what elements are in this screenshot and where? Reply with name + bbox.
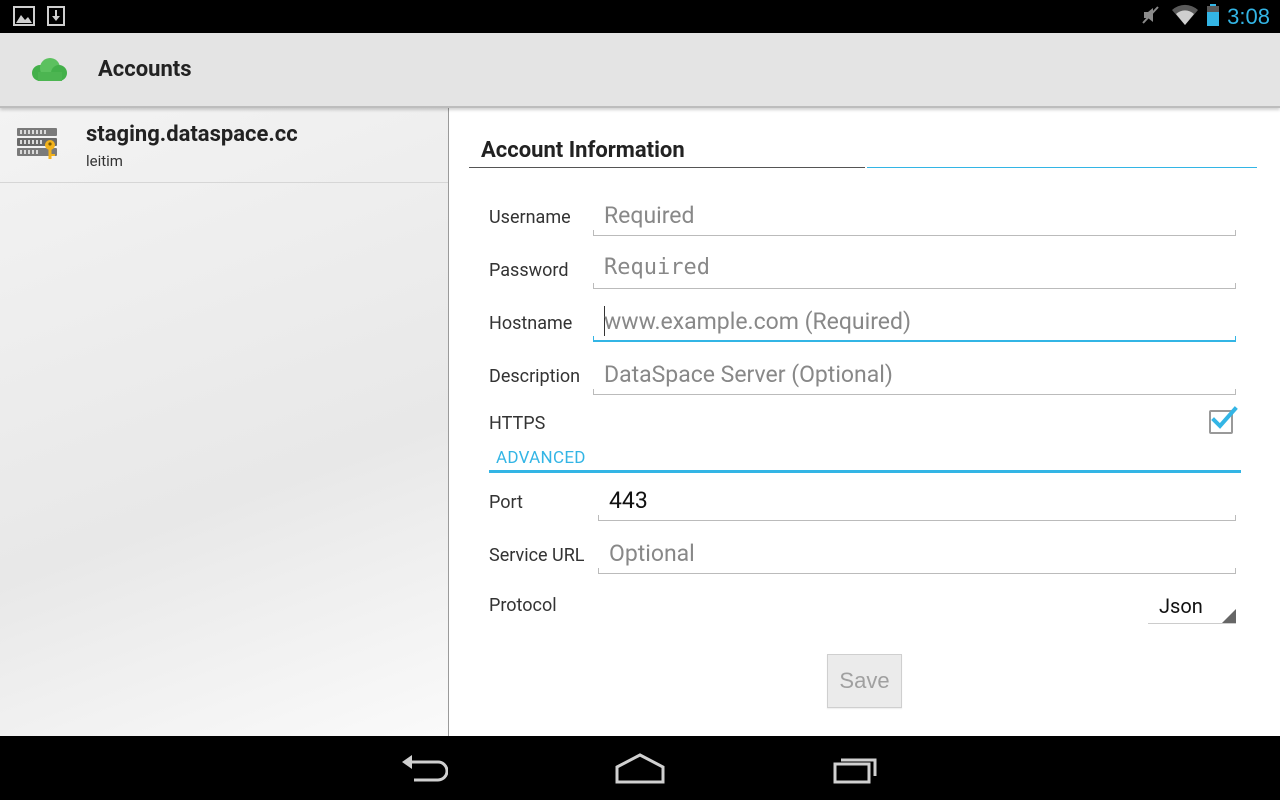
dropdown-arrow-icon [1222,609,1236,623]
back-icon[interactable] [400,752,449,790]
server-key-icon [16,126,60,164]
clock: 3:08 [1227,4,1270,29]
protocol-dropdown[interactable]: Json [1148,592,1236,624]
battery-icon [1207,4,1220,30]
recents-icon[interactable] [832,752,882,790]
description-label: Description [489,366,581,387]
https-checkbox[interactable] [1209,406,1238,434]
port-value: 443 [609,487,648,514]
account-username: leitim [86,152,123,170]
save-button[interactable]: Save [827,654,902,708]
service-url-label: Service URL [489,545,585,566]
username-placeholder: Required [604,202,695,229]
section-divider-accent [867,167,1257,168]
port-input[interactable]: 443 [598,487,1236,521]
hostname-placeholder: www.example.com (Required) [604,308,911,335]
mute-icon [1141,5,1161,29]
advanced-divider [489,470,1241,473]
section-divider [469,167,865,168]
section-title: Account Information [481,138,685,163]
action-bar-title: Accounts [98,57,192,82]
hostname-input[interactable]: www.example.com (Required) [593,306,1236,342]
password-input[interactable]: Required [593,255,1236,289]
description-placeholder: DataSpace Server (Optional) [604,361,893,388]
navigation-bar [0,736,1280,800]
password-label: Password [489,260,569,281]
hostname-label: Hostname [489,313,573,334]
account-form: Account Information Username Required Pa… [449,108,1280,736]
account-list: staging.dataspace.cc leitim [0,108,448,736]
username-label: Username [489,207,571,228]
protocol-selected-value: Json [1159,594,1203,618]
account-host: staging.dataspace.cc [86,122,298,147]
cloud-icon[interactable] [28,58,70,86]
checkmark-icon [1209,404,1239,438]
home-icon[interactable] [614,752,666,790]
description-input[interactable]: DataSpace Server (Optional) [593,361,1236,395]
port-label: Port [489,492,523,513]
advanced-section-header[interactable]: ADVANCED [496,448,586,468]
service-url-placeholder: Optional [609,540,695,567]
service-url-input[interactable]: Optional [598,540,1236,574]
username-input[interactable]: Required [593,202,1236,236]
status-bar: 3:08 [0,0,1280,33]
https-label: HTTPS [489,413,546,434]
wifi-icon [1171,4,1199,30]
image-icon [13,6,35,30]
protocol-label: Protocol [489,595,557,616]
password-placeholder: Required [604,255,710,280]
account-list-item[interactable]: staging.dataspace.cc leitim [0,108,448,183]
action-bar: Accounts [0,33,1280,108]
download-icon [47,6,65,30]
